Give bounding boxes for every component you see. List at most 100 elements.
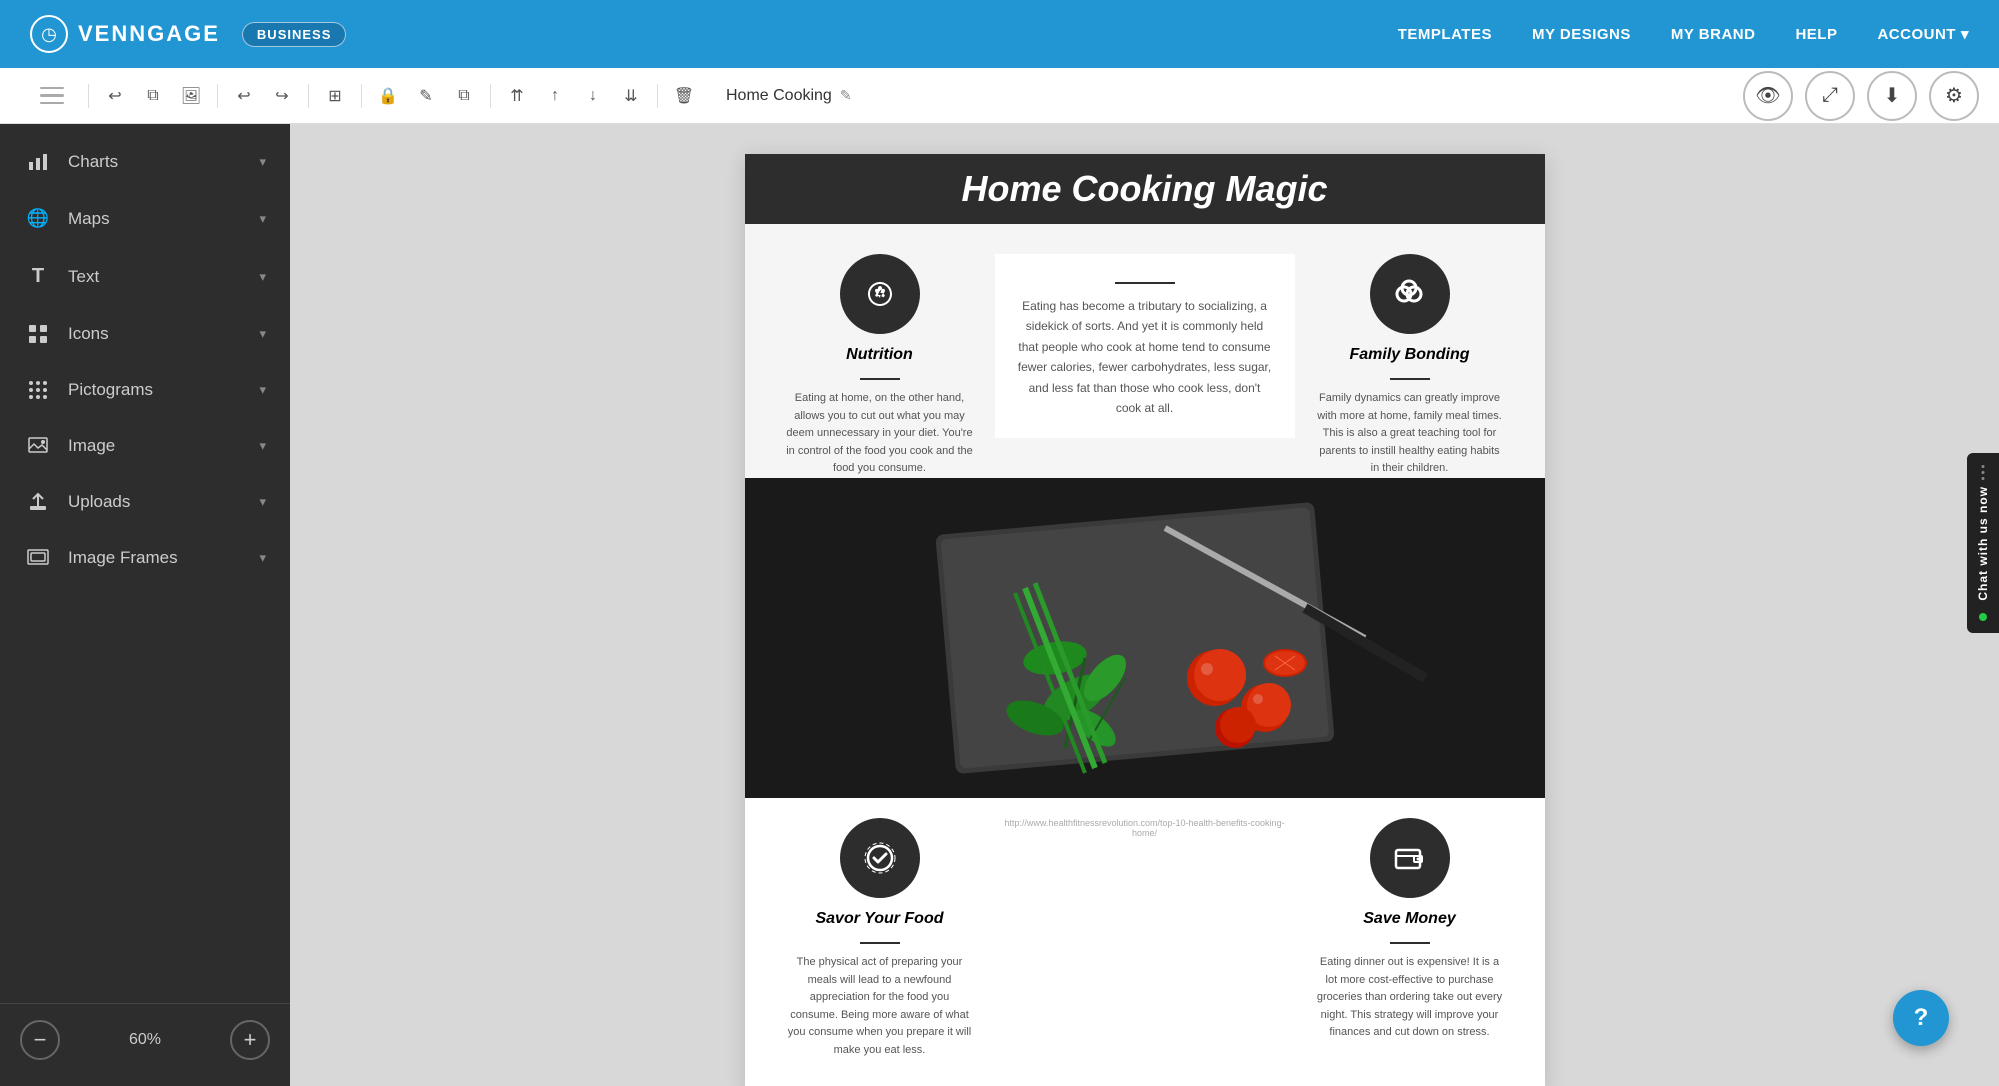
savor-food-section: Savor Your Food The physical act of prep…: [785, 818, 975, 1060]
sidebar-item-maps[interactable]: 🌐 Maps ▾: [0, 190, 290, 247]
savor-food-icon-circle: [840, 818, 920, 898]
pictograms-icon: [24, 380, 52, 400]
toolbar-move-down-button[interactable]: ↓: [577, 80, 609, 112]
download-button[interactable]: ⬇: [1867, 71, 1917, 121]
sidebar-item-text[interactable]: T Text ▾: [0, 247, 290, 306]
icons-arrow-icon: ▾: [259, 326, 266, 342]
infographic[interactable]: Home Cooking Magic: [745, 154, 1545, 1086]
toolbar-separator-5: [490, 84, 491, 108]
maps-label: Maps: [68, 209, 259, 229]
toolbar-separator-3: [308, 84, 309, 108]
toolbar: ↩ ⧉ 🖼 ↩ ↪ ⊞ 🔒 ✎ ⧉ ⇈ ↑ ↓ ⇊ 🗑 Home Cooking…: [0, 68, 1999, 124]
uploads-icon: [24, 492, 52, 512]
toolbar-move-up-button[interactable]: ↑: [539, 80, 571, 112]
doc-title: Home Cooking: [726, 87, 832, 105]
intro-text: Eating has become a tributary to sociali…: [1015, 296, 1275, 418]
image-frames-arrow-icon: ▾: [259, 550, 266, 566]
sidebar-item-image-frames[interactable]: Image Frames ▾: [0, 530, 290, 586]
header-bar-left: [745, 154, 905, 224]
toolbar-undo-button[interactable]: ↩: [228, 80, 260, 112]
business-badge: BUSINESS: [242, 22, 346, 47]
toolbar-lock-button[interactable]: 🔒: [372, 80, 404, 112]
source-url: http://www.healthfitnessrevolution.com/t…: [995, 818, 1295, 838]
toolbar-delete-button[interactable]: 🗑: [668, 80, 700, 112]
toolbar-resize-button[interactable]: ⊞: [319, 80, 351, 112]
help-button[interactable]: ?: [1893, 990, 1949, 1046]
maps-icon: 🌐: [24, 208, 52, 229]
save-money-divider: [1390, 942, 1430, 944]
lower-section: Savor Your Food The physical act of prep…: [745, 798, 1545, 1086]
save-money-section: Save Money Eating dinner out is expensiv…: [1315, 818, 1505, 1042]
nutrition-body: Eating at home, on the other hand, allow…: [785, 390, 975, 478]
preview-button[interactable]: 👁: [1743, 71, 1793, 121]
save-money-title: Save Money: [1363, 910, 1455, 928]
chat-widget[interactable]: Chat with us now: [1967, 453, 1999, 633]
text-label: Text: [68, 267, 259, 287]
nav-my-brand[interactable]: MY BRAND: [1671, 26, 1756, 43]
savor-food-title: Savor Your Food: [815, 910, 943, 928]
share-button[interactable]: ⤢: [1805, 71, 1855, 121]
toolbar-move-top-button[interactable]: ⇈: [501, 80, 533, 112]
toolbar-copy-button[interactable]: ⧉: [137, 80, 169, 112]
save-money-body: Eating dinner out is expensive! It is a …: [1315, 954, 1505, 1042]
zoom-out-button[interactable]: −: [20, 1020, 60, 1060]
toolbar-separator-2: [217, 84, 218, 108]
toolbar-separator-4: [361, 84, 362, 108]
toolbar-edit-button[interactable]: ✎: [410, 80, 442, 112]
nutrition-icon-circle: [840, 254, 920, 334]
share-icon: ⤢: [1822, 84, 1838, 107]
doc-title-area: Home Cooking ✎: [726, 87, 852, 105]
sidebar-item-charts[interactable]: Charts ▾: [0, 134, 290, 190]
sidebar-item-uploads[interactable]: Uploads ▾: [0, 474, 290, 530]
url-section: http://www.healthfitnessrevolution.com/t…: [995, 818, 1295, 843]
nav-account[interactable]: ACCOUNT ▾: [1877, 25, 1969, 43]
nutrition-divider: [860, 378, 900, 380]
intro-section: Eating has become a tributary to sociali…: [995, 254, 1295, 438]
family-bonding-title: Family Bonding: [1350, 346, 1470, 364]
pictograms-label: Pictograms: [68, 380, 259, 400]
settings-button[interactable]: ⚙: [1929, 71, 1979, 121]
account-chevron-icon: ▾: [1961, 25, 1969, 43]
image-frames-icon: [24, 549, 52, 567]
sidebar-item-image[interactable]: Image ▾: [0, 418, 290, 474]
family-bonding-body: Family dynamics can greatly improve with…: [1315, 390, 1505, 478]
chat-widget-label: Chat with us now: [1976, 486, 1990, 601]
sidebar-item-icons[interactable]: Icons ▾: [0, 306, 290, 362]
nav-help[interactable]: HELP: [1795, 26, 1837, 43]
logo-icon[interactable]: ◷: [30, 15, 68, 53]
toolbar-back-button[interactable]: ↩: [99, 80, 131, 112]
chat-online-indicator: [1979, 613, 1987, 621]
savor-food-divider: [860, 942, 900, 944]
infographic-title: Home Cooking Magic: [961, 168, 1327, 210]
text-arrow-icon: ▾: [259, 269, 266, 285]
toolbar-image-button[interactable]: 🖼: [175, 80, 207, 112]
nav-templates[interactable]: TEMPLATES: [1398, 26, 1492, 43]
toolbar-move-bottom-button[interactable]: ⇊: [615, 80, 647, 112]
canvas-area: Home Cooking Magic: [290, 124, 1999, 1086]
charts-arrow-icon: ▾: [259, 154, 266, 170]
family-bonding-icon-circle: [1370, 254, 1450, 334]
nutrition-section: Nutrition Eating at home, on the other h…: [785, 254, 975, 478]
header-bar-right: [1365, 154, 1545, 224]
hamburger-menu-button[interactable]: [16, 68, 78, 124]
download-icon: ⬇: [1884, 83, 1901, 108]
toolbar-duplicate-button[interactable]: ⧉: [448, 80, 480, 112]
sidebar-item-pictograms[interactable]: Pictograms ▾: [0, 362, 290, 418]
charts-icon: [24, 152, 52, 172]
icons-label: Icons: [68, 324, 259, 344]
uploads-arrow-icon: ▾: [259, 494, 266, 510]
doc-title-edit-icon[interactable]: ✎: [840, 87, 852, 104]
maps-arrow-icon: ▾: [259, 211, 266, 227]
toolbar-right-buttons: 👁 ⤢ ⬇ ⚙: [1743, 71, 1979, 121]
gear-icon: ⚙: [1945, 83, 1963, 108]
nav-my-designs[interactable]: MY DESIGNS: [1532, 26, 1631, 43]
uploads-label: Uploads: [68, 492, 259, 512]
sidebar: Charts ▾ 🌐 Maps ▾ T Text ▾ Icons ▾: [0, 124, 290, 1086]
zoom-in-button[interactable]: +: [230, 1020, 270, 1060]
toolbar-separator-6: [657, 84, 658, 108]
toolbar-redo-button[interactable]: ↪: [266, 80, 298, 112]
sidebar-bottom: − 60% +: [0, 1003, 290, 1076]
pictograms-arrow-icon: ▾: [259, 382, 266, 398]
image-arrow-icon: ▾: [259, 438, 266, 454]
save-money-icon-circle: [1370, 818, 1450, 898]
